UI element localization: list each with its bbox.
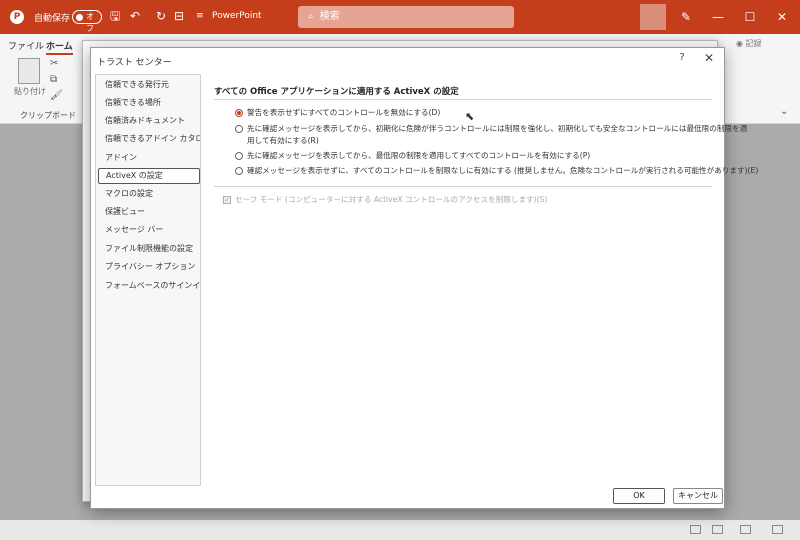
redo-icon[interactable]: ↻ [156,9,166,23]
radio-prompt-restrict[interactable] [235,125,243,133]
option-prompt-minimal-label: 先に確認メッセージを表示してから、最低限の制限を適用してすべてのコントロールを有… [247,151,591,160]
clipboard-group-label: クリップボード [20,111,76,120]
nav-item-trusted-addin-catalogs[interactable]: 信頼できるアドイン カタログ [98,131,200,147]
title-bar: P 自動保存 オフ 🖫 ↶ ↻ ⊟ ≡ PowerPoint ⌕ 検索 ✎ — ☐… [0,0,800,34]
paste-icon[interactable] [18,58,40,84]
nav-item-privacy-options[interactable]: プライバシー オプション [98,259,200,275]
reading-view-icon[interactable] [740,525,751,534]
copy-icon[interactable]: ⧉ [50,74,57,85]
record-button[interactable]: ◉ 記録 [736,38,762,49]
nav-item-trusted-documents[interactable]: 信頼済みドキュメント [98,113,200,129]
divider [214,99,712,100]
minimize-icon[interactable]: — [708,8,728,26]
customize-quick-access-icon[interactable]: ≡ [196,9,204,23]
nav-item-trusted-locations[interactable]: 信頼できる場所 [98,95,200,111]
slideshow-icon[interactable] [772,525,783,534]
radio-disable-all[interactable] [235,109,243,117]
safe-mode-label: セーフ モード (コンピューターに対する ActiveX コントロールのアクセス… [235,195,548,204]
tab-home[interactable]: ホーム [46,39,73,55]
nav-item-macro-settings[interactable]: マクロの設定 [98,186,200,202]
section-title: すべての Office アプリケーションに適用する ActiveX の設定 [214,87,459,97]
nav-item-trusted-publishers[interactable]: 信頼できる発行元 [98,77,200,93]
safe-mode-checkbox[interactable]: ✓ [223,196,231,204]
option-disable-all-label: 警告を表示せずにすべてのコントロールを無効にする(D) [247,108,441,117]
divider [214,186,712,187]
radio-enable-all[interactable] [235,167,243,175]
ok-button[interactable]: OK [613,488,665,504]
nav-item-protected-view[interactable]: 保護ビュー [98,204,200,220]
format-painter-icon[interactable]: 🖌 [50,90,63,101]
search-icon: ⌕ [308,11,314,22]
mouse-cursor-icon: ⬉ [465,110,475,123]
normal-view-icon[interactable] [690,525,701,534]
search-box[interactable]: ⌕ 検索 [298,6,514,28]
save-icon[interactable]: 🖫 [110,9,120,23]
option-prompt-restrict-label: 先に確認メッセージを表示してから、初期化に危険が伴うコントロールには制限を強化し… [247,124,748,133]
undo-icon[interactable]: ↶ [130,9,140,23]
status-bar [0,520,800,540]
help-icon[interactable]: ? [675,52,689,63]
maximize-icon[interactable]: ☐ [740,8,760,26]
autosave-toggle[interactable]: オフ [72,10,102,33]
window-close-icon[interactable]: ✕ [772,8,792,26]
paste-label: 貼り付け [14,87,46,96]
nav-item-message-bar[interactable]: メッセージ バー [98,222,200,238]
present-icon[interactable]: ⊟ [174,9,184,23]
nav-item-activex-settings[interactable]: ActiveX の設定 [98,168,200,184]
radio-prompt-minimal[interactable] [235,152,243,160]
slide-sorter-icon[interactable] [712,525,723,534]
powerpoint-logo-icon: P [10,10,24,24]
app-name: PowerPoint [212,11,262,21]
search-placeholder: 検索 [319,11,340,22]
cut-icon[interactable]: ✂ [50,58,58,69]
dialog-title: トラスト センター [97,58,172,68]
autosave-label: 自動保存 [34,14,71,24]
close-icon[interactable]: ✕ [702,51,716,65]
option-enable-all-label: 確認メッセージを表示せずに、すべてのコントロールを制限なしに有効にする (推奨し… [247,166,759,175]
nav-item-form-based-signin[interactable]: フォームベースのサインイン [98,278,200,294]
trust-center-dialog: トラスト センター ? ✕ 信頼できる発行元 信頼できる場所 信頼済みドキュメン… [90,47,758,509]
nav-item-addins[interactable]: アドイン [98,150,200,166]
avatar[interactable] [640,4,666,30]
pen-icon[interactable]: ✎ [676,8,696,26]
nav-item-file-block-settings[interactable]: ファイル制限機能の設定 [98,241,200,257]
cancel-button[interactable]: キャンセル [673,488,723,504]
chevron-down-icon[interactable]: ⌄ [780,106,788,117]
tab-file[interactable]: ファイル [8,39,44,52]
category-nav: 信頼できる発行元 信頼できる場所 信頼済みドキュメント 信頼できるアドイン カタ… [95,74,201,486]
option-prompt-restrict-label-cont: 用して有効にする(R) [247,136,319,145]
